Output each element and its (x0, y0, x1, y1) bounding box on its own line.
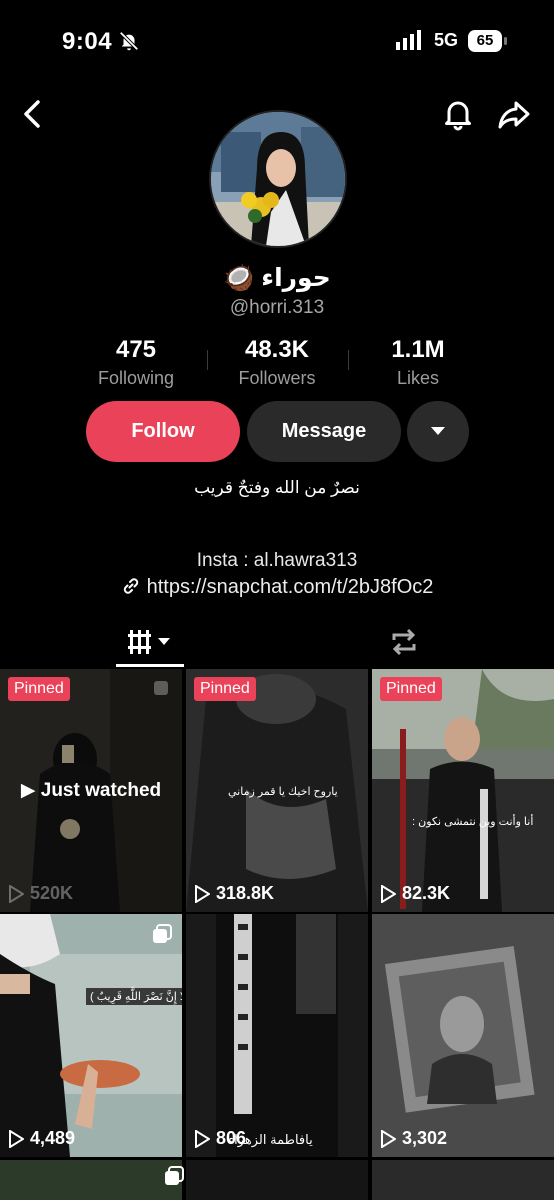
video-tile[interactable]: Pinned ياروح اخيك يا قمر زماني 318.8K (186, 669, 368, 912)
following-label: Following (97, 368, 175, 388)
video-tile[interactable] (0, 1160, 182, 1200)
just-watched-text: Just watched (40, 780, 162, 801)
tab-videos-grid-icon[interactable] (116, 622, 184, 664)
stat-likes[interactable]: 1.1M Likes (338, 336, 498, 389)
battery-indicator: 65 (468, 30, 508, 52)
bio-text: نصرٌ من الله وفتحٌ قريب (194, 478, 360, 497)
multi-photo-icon (153, 924, 172, 943)
active-tab-indicator (116, 664, 184, 667)
back-icon[interactable] (16, 96, 52, 132)
play-icon (9, 884, 24, 903)
link-icon (123, 578, 138, 594)
likes-count: 1.1M (391, 336, 445, 363)
username: @horri.313 (229, 297, 325, 318)
video-tile[interactable]: ( أَلَا إِنَّ نَصْرَ اللَّهِ قَرِيبٌ ) 4… (0, 914, 182, 1157)
bio-link-text: https://snapchat.com/t/2bJ8fOc2 (146, 576, 434, 598)
network-type: 5G (434, 30, 459, 50)
view-count: 318.8K (194, 883, 274, 904)
view-count-text: 806 (216, 1128, 247, 1148)
follow-button[interactable]: Follow (86, 401, 240, 462)
video-tile[interactable] (165, 1160, 368, 1200)
followers-label: Followers (238, 368, 316, 388)
multi-photo-icon (165, 1166, 184, 1185)
pinned-badge: Pinned (8, 677, 70, 701)
pinned-badge: Pinned (380, 677, 442, 701)
view-count-text: 318.8K (216, 883, 275, 903)
bio-insta: Insta : al.hawra313 (196, 550, 358, 571)
view-count: 4,489 (8, 1128, 75, 1149)
view-count-text: 3,302 (402, 1128, 448, 1148)
view-count: 3,302 (380, 1128, 447, 1149)
silent-bell-icon (119, 31, 139, 51)
message-button[interactable]: Message (247, 401, 401, 462)
followers-count: 48.3K (244, 336, 310, 363)
multi-photo-icon (154, 681, 168, 695)
video-tile[interactable]: يافاطمة الزهراء 806 (186, 914, 368, 1157)
play-icon (195, 1129, 210, 1148)
avatar[interactable] (209, 110, 347, 248)
play-icon (381, 1129, 396, 1148)
view-count: 520K (8, 883, 73, 904)
view-count-text: 520K (30, 883, 74, 903)
view-count: 806 (194, 1128, 246, 1149)
status-time: 9:04 (62, 28, 113, 55)
pinned-badge: Pinned (194, 677, 256, 701)
play-icon (381, 884, 396, 903)
video-tile[interactable]: Pinned ▶ Just watched 520K (0, 669, 182, 912)
bio-link[interactable]: https://snapchat.com/t/2bJ8fOc2 (0, 576, 554, 599)
video-caption: ( أَلَا إِنَّ نَصْرَ اللَّهِ قَرِيبٌ ) (86, 988, 182, 1005)
likes-label: Likes (396, 368, 440, 388)
video-caption: أنا وأنت وين نتمشى نكون : (412, 816, 534, 828)
notification-bell-icon[interactable] (440, 96, 476, 132)
cellular-signal-icon (396, 30, 421, 50)
video-tile[interactable]: 3,302 (372, 914, 554, 1157)
video-caption: ياروح اخيك يا قمر زماني (228, 786, 338, 798)
view-count: 82.3K (380, 883, 450, 904)
just-watched-label: ▶ Just watched (20, 780, 162, 801)
caret-down-icon (431, 427, 445, 435)
play-icon (9, 1129, 24, 1148)
battery-level: 65 (468, 30, 502, 52)
tab-repost-icon[interactable] (384, 624, 424, 660)
video-tile[interactable] (372, 1160, 554, 1200)
share-arrow-icon[interactable] (496, 96, 532, 132)
stat-following[interactable]: 475 Following (56, 336, 216, 389)
stat-followers[interactable]: 48.3K Followers (197, 336, 357, 389)
following-count: 475 (115, 336, 157, 363)
more-options-button[interactable] (407, 401, 469, 462)
play-icon (195, 884, 210, 903)
video-tile[interactable]: Pinned أنا وأنت وين نتمشى نكون : 82.3K (372, 669, 554, 912)
view-count-text: 82.3K (402, 883, 451, 903)
view-count-text: 4,489 (30, 1128, 76, 1148)
display-name: حوراء 🥥 (223, 264, 331, 292)
